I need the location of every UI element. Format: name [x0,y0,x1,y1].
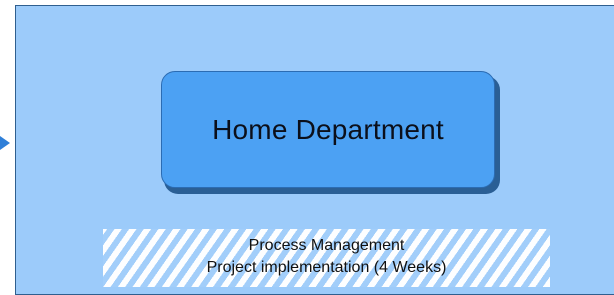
home-department-box: Home Department [161,71,495,188]
process-management-label: Process Management [248,237,405,254]
process-management-box: Process Management Project implementatio… [103,229,550,287]
incoming-arrow-icon [0,136,10,150]
project-implementation-label: Project implementation (4 Weeks) [206,259,447,276]
home-department-label: Home Department [212,113,444,145]
